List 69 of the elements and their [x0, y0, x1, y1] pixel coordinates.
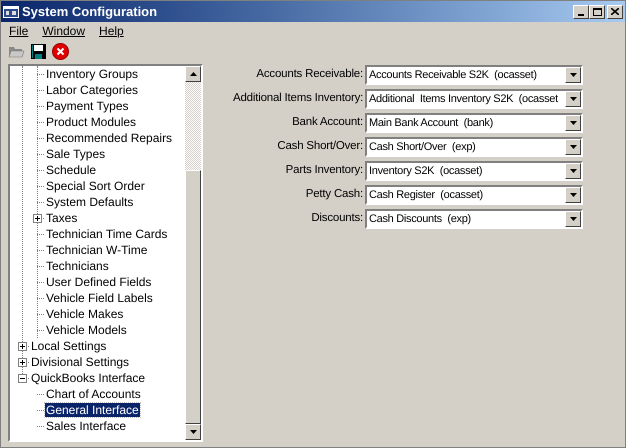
dropdown[interactable]: Accounts Receivable S2K (ocasset)	[365, 65, 583, 85]
dropdown[interactable]: Cash Discounts (exp)	[365, 209, 583, 229]
tree-item[interactable]: Technician W-Time	[45, 243, 148, 257]
app-icon	[3, 4, 19, 18]
field-label: Discounts:	[310, 211, 364, 226]
tree-item[interactable]: User Defined Fields	[45, 275, 152, 289]
cancel-icon	[52, 42, 68, 60]
dropdown[interactable]: Cash Register (ocasset)	[365, 185, 583, 205]
tree-item[interactable]: Labor Categories	[45, 83, 140, 97]
scrollbar[interactable]	[185, 66, 201, 440]
close-icon	[611, 8, 619, 15]
minimize-button[interactable]	[573, 4, 589, 18]
window-title: System Configuration	[22, 2, 158, 21]
tree-item[interactable]: Recommended Repairs	[45, 131, 174, 145]
menu-item[interactable]: Window	[36, 22, 92, 40]
tree-item[interactable]: Technicians	[45, 259, 110, 273]
expand-icon[interactable]	[33, 214, 42, 223]
field-label: Additional Items Inventory:	[233, 91, 364, 106]
dropdown[interactable]: Inventory S2K (ocasset)	[365, 161, 583, 181]
maximize-icon	[592, 8, 602, 16]
field-label: Bank Account:	[291, 115, 364, 130]
dropdown-arrow-icon	[570, 121, 576, 125]
tree-item[interactable]: Vehicle Field Labels	[45, 291, 154, 305]
tree-item[interactable]: Sales Interface	[45, 419, 128, 433]
tree-item[interactable]: System Defaults	[45, 195, 134, 209]
expand-icon[interactable]	[18, 342, 27, 351]
field-label: Cash Short/Over:	[276, 139, 364, 154]
dropdown-arrow-icon	[570, 145, 576, 149]
tree-item[interactable]: Vehicle Makes	[45, 307, 124, 321]
tree-item[interactable]: Special Sort Order	[45, 179, 146, 193]
field-label: Parts Inventory:	[284, 163, 364, 178]
up-arrow-icon	[190, 72, 196, 76]
expand-icon[interactable]	[18, 358, 27, 367]
tree-item[interactable]: Vehicle Models	[45, 323, 128, 337]
collapse-icon[interactable]	[18, 374, 27, 383]
folder-icon	[8, 44, 24, 58]
dropdown-arrow-icon	[570, 169, 576, 173]
tree-item[interactable]: Sale Types	[45, 147, 106, 161]
tree-item[interactable]: Local Settings	[30, 339, 108, 353]
menu-item[interactable]: File	[3, 22, 34, 40]
dropdown-arrow-icon	[570, 193, 576, 197]
tree-item[interactable]: General Interface	[45, 403, 140, 417]
field-label: Accounts Receivable:	[255, 67, 364, 82]
dropdown-arrow-icon	[570, 73, 576, 77]
down-arrow-icon	[190, 430, 196, 434]
tree-item[interactable]: QuickBooks Interface	[30, 371, 146, 385]
tree-item[interactable]: Inventory Groups	[45, 67, 140, 81]
tree-item[interactable]: Payment Types	[45, 99, 130, 113]
tree-item[interactable]: Technician Time Cards	[45, 227, 168, 241]
field-label: Petty Cash:	[304, 187, 364, 202]
tree-item[interactable]: Product Modules	[45, 115, 138, 129]
tree-item[interactable]: Taxes	[45, 211, 78, 225]
minimize-icon	[578, 14, 584, 16]
tree-item[interactable]: Schedule	[45, 163, 98, 177]
save-button[interactable]	[29, 42, 47, 60]
maximize-button[interactable]	[589, 4, 605, 18]
scroll-thumb[interactable]	[185, 170, 201, 424]
close-button[interactable]	[607, 4, 623, 18]
scroll-down-button[interactable]	[185, 424, 201, 440]
cancel-button[interactable]	[51, 42, 69, 60]
dropdown[interactable]: Cash Short/Over (exp)	[365, 137, 583, 157]
dropdown[interactable]: Additional Items Inventory S2K (ocasset	[365, 89, 583, 109]
dropdown-arrow-icon	[570, 97, 576, 101]
tree-item[interactable]: Chart of Accounts	[45, 387, 142, 401]
tree-item[interactable]: Divisional Settings	[30, 355, 130, 369]
menu-item[interactable]: Help	[93, 22, 130, 40]
dropdown-arrow-icon	[570, 217, 576, 221]
scroll-up-button[interactable]	[185, 66, 201, 82]
dropdown[interactable]: Main Bank Account (bank)	[365, 113, 583, 133]
